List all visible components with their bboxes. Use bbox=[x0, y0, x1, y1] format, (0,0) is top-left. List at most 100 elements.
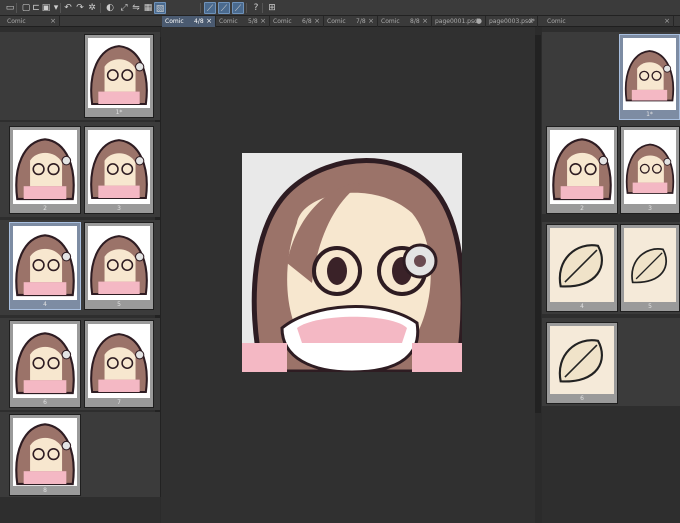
snap-guide-icon[interactable]: ⟋ bbox=[218, 2, 230, 14]
page-thumbnail[interactable]: 5 bbox=[84, 222, 154, 310]
toolbar-separator bbox=[246, 3, 247, 13]
page-number: 2 bbox=[43, 205, 47, 212]
page-number: 4 bbox=[580, 303, 584, 310]
toolbar-separator bbox=[100, 3, 101, 13]
page-number: 3 bbox=[648, 205, 652, 212]
page-thumbnail-image bbox=[550, 228, 614, 302]
page-number: 2 bbox=[580, 205, 584, 212]
page-number: 1* bbox=[115, 109, 123, 116]
page-thumbnail[interactable]: 6 bbox=[9, 320, 81, 408]
page-thumbnail[interactable]: 2 bbox=[9, 126, 81, 214]
document-tab[interactable]: Comic 6/8 × bbox=[270, 16, 324, 27]
page-thumbnail[interactable]: 8 bbox=[9, 414, 81, 496]
page-number: 8 bbox=[43, 487, 47, 494]
help-icon[interactable]: ? bbox=[250, 2, 262, 14]
monitor-icon[interactable]: ▭ bbox=[4, 2, 16, 14]
toolbar-separator bbox=[200, 3, 201, 13]
page-thumbnail[interactable]: 2 bbox=[546, 126, 618, 214]
page-number: 5 bbox=[648, 303, 652, 310]
tab-page-count: 5/8 bbox=[248, 18, 258, 25]
toolbar-separator bbox=[16, 3, 17, 13]
deselect-icon[interactable]: ▧ bbox=[154, 2, 166, 14]
page-number: 6 bbox=[43, 399, 47, 406]
tab-label: Comic bbox=[547, 18, 566, 25]
tab-label: Comic bbox=[165, 18, 184, 25]
tab-page-count: 7/8 bbox=[356, 18, 366, 25]
tab-page-count: 6/8 bbox=[302, 18, 312, 25]
page-thumbnail-image bbox=[13, 418, 77, 486]
toolbar: ▭ ▢ ⊏ ▣ ▾ ↶ ↷ ✲ ◐ ⤢ ⇋ ▦ ▧ ⟋ ⟋ ⟋? ⊞ bbox=[0, 0, 680, 16]
tab-close-icon[interactable]: × bbox=[528, 16, 534, 27]
page-thumbnail[interactable]: 1* bbox=[84, 34, 154, 118]
canvas-document[interactable] bbox=[242, 153, 462, 372]
page-thumbnail-image bbox=[550, 130, 614, 204]
tab-close-icon[interactable]: ● bbox=[476, 16, 482, 27]
page-thumbnail[interactable]: 1* bbox=[619, 34, 680, 120]
document-tab[interactable]: Comic × bbox=[4, 16, 60, 27]
redo-icon[interactable]: ↷ bbox=[74, 2, 86, 14]
document-tab[interactable]: Comic×▾ bbox=[544, 16, 674, 27]
page-thumbnail-image bbox=[13, 130, 77, 204]
document-tab[interactable]: page0001.psd* ● bbox=[432, 16, 486, 27]
page-thumbnail-image bbox=[88, 226, 150, 300]
toolbar-separator bbox=[60, 3, 61, 13]
page-thumbnail-image bbox=[623, 38, 676, 110]
page-number: 1* bbox=[646, 111, 653, 118]
page-thumbnail[interactable]: 6 bbox=[546, 322, 618, 404]
tab-label: Comic bbox=[327, 18, 346, 25]
page-thumbnail[interactable]: 7 bbox=[84, 320, 154, 408]
page-number: 7 bbox=[117, 399, 121, 406]
snap-ruler-icon[interactable]: ⟋ bbox=[204, 2, 216, 14]
right-tab-bar: Comic×▾ bbox=[542, 16, 680, 27]
page-thumbnail-image bbox=[624, 130, 676, 204]
tab-close-icon[interactable]: × bbox=[664, 16, 670, 27]
canvas-scrollbar[interactable] bbox=[535, 35, 541, 413]
page-number: 6 bbox=[580, 395, 584, 402]
tab-page-count: 4/8 bbox=[194, 18, 204, 25]
page-thumbnail[interactable]: 3 bbox=[84, 126, 154, 214]
transform-icon[interactable]: ⤢ bbox=[118, 2, 130, 14]
tab-close-icon[interactable]: × bbox=[206, 16, 212, 27]
page-thumbnail-image bbox=[88, 130, 150, 204]
tab-close-icon[interactable]: × bbox=[314, 16, 320, 27]
page-thumbnail-image bbox=[550, 326, 614, 394]
tab-close-icon[interactable]: × bbox=[50, 16, 56, 27]
tab-close-icon[interactable]: × bbox=[422, 16, 428, 27]
page-thumbnail[interactable]: 4 bbox=[9, 222, 81, 310]
tab-label: Comic bbox=[7, 18, 26, 25]
tab-label: Comic bbox=[381, 18, 400, 25]
document-tab[interactable]: Comic 7/8 × bbox=[324, 16, 378, 27]
tab-close-icon[interactable]: × bbox=[260, 16, 266, 27]
page-number: 3 bbox=[117, 205, 121, 212]
page-thumbnail-image bbox=[88, 38, 150, 108]
tab-label: Comic bbox=[273, 18, 292, 25]
tab-close-icon[interactable]: × bbox=[368, 16, 374, 27]
loading-icon[interactable]: ✲ bbox=[86, 2, 98, 14]
document-tab-bar: Comic 4/8 × Comic 5/8 × Comic 6/8 × Comic 7/8 × Comi… bbox=[160, 16, 542, 27]
document-tab[interactable]: Comic 4/8 × bbox=[162, 16, 216, 27]
snap-grid-icon[interactable]: ⟋ bbox=[232, 2, 244, 14]
page-thumbnail-image bbox=[13, 226, 77, 300]
character-illustration bbox=[242, 158, 462, 372]
document-tab[interactable]: Comic 5/8 × bbox=[216, 16, 270, 27]
paint-bucket-icon[interactable]: ◐ bbox=[104, 2, 116, 14]
page-thumbnail-image bbox=[88, 324, 150, 398]
select-all-icon[interactable]: ▦ bbox=[142, 2, 154, 14]
document-tab[interactable]: page0003.psd* × bbox=[486, 16, 538, 27]
document-tab[interactable]: Comic 8/8 × bbox=[378, 16, 432, 27]
page-thumbnail[interactable]: 5 bbox=[620, 224, 680, 312]
tab-label: page0001.psd* bbox=[435, 18, 481, 25]
toolbar-separator bbox=[262, 3, 263, 13]
page-thumbnail-image bbox=[13, 324, 77, 398]
page-number: 5 bbox=[117, 301, 121, 308]
layout-icon[interactable]: ⊞ bbox=[266, 2, 278, 14]
undo-icon[interactable]: ↶ bbox=[62, 2, 74, 14]
tab-label: Comic bbox=[219, 18, 238, 25]
tab-page-count: 8/8 bbox=[410, 18, 420, 25]
page-thumbnail-image bbox=[624, 228, 676, 302]
mirror-icon[interactable]: ⇋ bbox=[130, 2, 142, 14]
page-thumbnail[interactable]: 4 bbox=[546, 224, 618, 312]
page-thumbnail[interactable]: 3 bbox=[620, 126, 680, 214]
page-number: 4 bbox=[43, 301, 47, 308]
left-tab-bar: Comic × bbox=[0, 16, 160, 27]
